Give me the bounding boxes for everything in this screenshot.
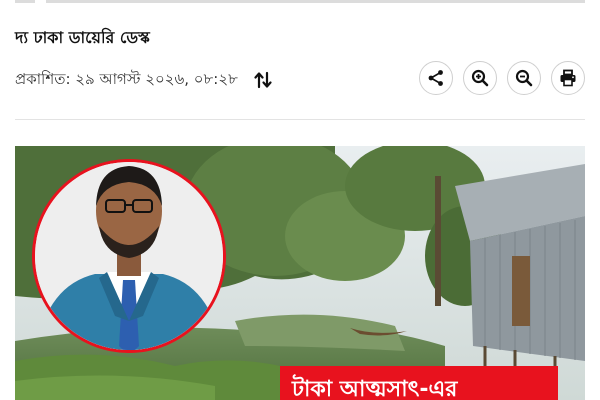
zoom-in-button[interactable] (463, 61, 497, 95)
share-button[interactable] (419, 61, 453, 95)
top-divider-left (15, 0, 35, 3)
sort-arrows-icon[interactable] (252, 69, 274, 91)
published-date: প্রকাশিত: ২৯ আগস্ট ২০২৬, ০৮:২৮ (15, 69, 238, 88)
top-divider (46, 0, 585, 3)
print-icon (560, 69, 576, 87)
author-desk: দ্য ঢাকা ডায়েরি ডেস্ক (15, 28, 150, 47)
share-icon (428, 70, 443, 86)
meta-row: প্রকাশিত: ২৯ আগস্ট ২০২৬, ০৮:২৮ (15, 66, 274, 94)
header-divider (15, 119, 585, 120)
zoom-in-icon (471, 69, 489, 87)
print-button[interactable] (551, 61, 585, 95)
image-headline-banner: টাকা আত্মসাৎ-এর (280, 366, 558, 400)
article-actions (419, 61, 585, 95)
zoom-out-icon (515, 69, 533, 87)
zoom-out-button[interactable] (507, 61, 541, 95)
article-image (15, 146, 585, 400)
